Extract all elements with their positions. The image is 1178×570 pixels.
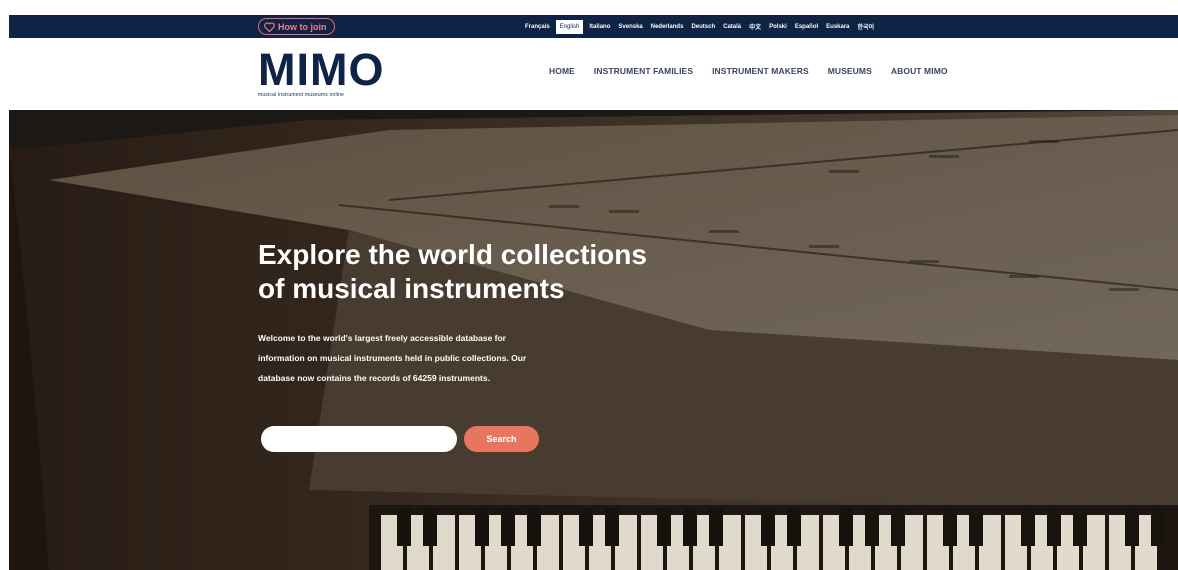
hero-title: Explore the world collections of musical… <box>258 238 778 306</box>
how-to-join-button[interactable]: How to join <box>258 18 335 35</box>
language-link[interactable]: Español <box>791 24 822 30</box>
search-input[interactable] <box>261 426 457 452</box>
nav-item-instrument-families[interactable]: INSTRUMENT FAMILIES <box>594 66 693 76</box>
hero-background-image <box>9 110 1178 570</box>
language-link[interactable]: Svenska <box>614 24 646 30</box>
nav-item-instrument-makers[interactable]: INSTRUMENT MAKERS <box>712 66 809 76</box>
nav-item-museums[interactable]: MUSEUMS <box>828 66 872 76</box>
how-to-join-label: How to join <box>278 21 327 32</box>
hero-section: Explore the world collections of musical… <box>9 110 1178 570</box>
hero-title-line-2: of musical instruments <box>258 273 565 304</box>
top-bar: How to join Français English Italiano Svens… <box>9 15 1178 38</box>
language-link[interactable]: Polski <box>765 24 791 30</box>
language-link[interactable]: Nederlands <box>647 24 688 30</box>
language-link[interactable]: Euskara <box>822 24 853 30</box>
language-link[interactable]: 한국어 <box>854 22 879 31</box>
language-link[interactable]: 中文 <box>745 22 765 31</box>
mimo-logo[interactable]: MIMO musical instrument museums online <box>258 44 385 98</box>
nav-item-home[interactable]: HOME <box>549 66 575 76</box>
language-link[interactable]: Català <box>719 24 745 30</box>
language-link[interactable]: Deutsch <box>687 24 719 30</box>
page: How to join Français English Italiano Svens… <box>9 15 1178 570</box>
search-button[interactable]: Search <box>464 426 539 452</box>
site-header: MIMO musical instrument museums online H… <box>9 38 1178 110</box>
hero-title-line-1: Explore the world collections <box>258 239 647 270</box>
language-switcher: Français English Italiano Svenska Nederlands… <box>521 15 878 38</box>
keyboard <box>369 505 1178 570</box>
language-link[interactable]: Italiano <box>585 24 614 30</box>
language-link[interactable]: English <box>555 19 584 34</box>
nav-item-about-mimo[interactable]: ABOUT MIMO <box>891 66 948 76</box>
language-link[interactable]: Français <box>521 24 554 30</box>
hero-description: Welcome to the world's largest freely ac… <box>258 333 527 383</box>
logo-wordmark: MIMO <box>258 44 385 95</box>
main-nav: HOME INSTRUMENT FAMILIES INSTRUMENT MAKERS… <box>549 66 967 76</box>
heart-icon <box>264 21 275 32</box>
